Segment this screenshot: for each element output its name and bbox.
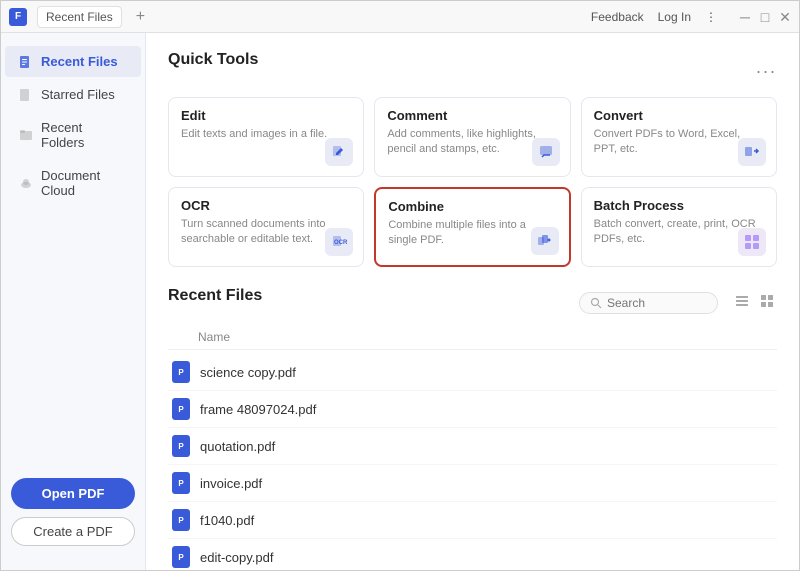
file-item[interactable]: P frame 48097024.pdf [168,391,777,428]
window-controls: ─ □ ✕ [739,11,791,23]
sidebar-item-label: Recent Files [41,54,118,69]
document-cloud-icon [19,176,33,190]
search-box[interactable] [579,292,718,314]
tool-title: Comment [387,108,557,123]
pdf-icon: P [172,398,190,420]
sidebar-item-starred-files[interactable]: Starred Files [5,79,141,110]
open-pdf-button[interactable]: Open PDF [11,478,135,509]
combine-tool-icon [531,227,559,255]
recent-folders-icon [19,128,33,142]
minimize-button[interactable]: ─ [739,11,751,23]
search-icon [590,297,602,309]
file-name: science copy.pdf [200,365,296,380]
sidebar-item-label: Recent Folders [41,120,127,150]
files-toolbar [579,291,777,316]
sidebar-bottom: Open PDF Create a PDF [1,466,145,558]
add-tab-button[interactable]: + [132,8,149,26]
tools-grid: Edit Edit texts and images in a file. Co… [168,97,777,267]
sidebar-item-recent-files[interactable]: Recent Files [5,46,141,77]
file-item[interactable]: P science copy.pdf [168,354,777,391]
tool-title: Convert [594,108,764,123]
files-column-header: Name [168,327,777,350]
quick-tools-more-button[interactable]: ... [756,57,777,78]
recent-files-title: Recent Files [168,287,262,305]
title-bar-right: Feedback Log In ⋮ ─ □ ✕ [591,10,791,24]
tool-title: Batch Process [594,198,764,213]
login-link[interactable]: Log In [658,10,691,24]
sidebar: Recent Files Starred Files Recent Folder… [1,33,146,570]
recent-files-icon [19,55,33,69]
tool-title: Combine [388,199,556,214]
more-options-icon[interactable]: ⋮ [705,10,717,24]
batch-process-tool-icon [738,228,766,256]
starred-files-icon [19,88,33,102]
file-name: quotation.pdf [200,439,275,454]
tool-card-convert[interactable]: Convert Convert PDFs to Word, Excel, PPT… [581,97,777,177]
pdf-icon: P [172,509,190,531]
sidebar-item-label: Starred Files [41,87,115,102]
tool-title: OCR [181,198,351,213]
sidebar-item-label: Document Cloud [41,168,127,198]
tool-card-ocr[interactable]: OCR Turn scanned documents into searchab… [168,187,364,267]
title-bar: F Recent Files + Feedback Log In ⋮ ─ □ ✕ [1,1,799,33]
app-window: F Recent Files + Feedback Log In ⋮ ─ □ ✕ [0,0,800,571]
tool-title: Edit [181,108,351,123]
content-area: Quick Tools ... Edit Edit texts and imag… [146,33,799,570]
tool-card-comment[interactable]: Comment Add comments, like highlights, p… [374,97,570,177]
pdf-icon: P [172,472,190,494]
file-item[interactable]: P invoice.pdf [168,465,777,502]
tab-label: Recent Files [46,10,113,24]
tool-card-combine[interactable]: Combine Combine multiple files into a si… [374,187,570,267]
close-button[interactable]: ✕ [779,11,791,23]
app-icon: F [9,8,27,26]
ocr-tool-icon: OCR [325,228,353,256]
pdf-icon: P [172,361,190,383]
list-view-button[interactable] [732,291,752,316]
grid-view-button[interactable] [757,291,777,316]
tool-card-edit[interactable]: Edit Edit texts and images in a file. [168,97,364,177]
current-tab[interactable]: Recent Files [37,6,122,28]
file-name: f1040.pdf [200,513,254,528]
file-item[interactable]: P quotation.pdf [168,428,777,465]
tool-card-batch-process[interactable]: Batch Process Batch convert, create, pri… [581,187,777,267]
file-item[interactable]: P f1040.pdf [168,502,777,539]
pdf-icon: P [172,435,190,457]
recent-files-header: Recent Files [168,287,777,319]
create-pdf-button[interactable]: Create a PDF [11,517,135,546]
quick-tools-header: Quick Tools ... [168,51,777,83]
search-input[interactable] [607,296,707,310]
sidebar-item-recent-folders[interactable]: Recent Folders [5,112,141,158]
feedback-link[interactable]: Feedback [591,10,644,24]
convert-tool-icon [738,138,766,166]
quick-tools-title: Quick Tools [168,51,258,69]
main-layout: Recent Files Starred Files Recent Folder… [1,33,799,570]
sidebar-item-document-cloud[interactable]: Document Cloud [5,160,141,206]
file-name: invoice.pdf [200,476,262,491]
file-name: edit-copy.pdf [200,550,273,565]
files-list: P science copy.pdf P frame 48097024.pdf … [168,354,777,570]
svg-text:OCR: OCR [334,240,347,246]
maximize-button[interactable]: □ [759,11,771,23]
view-toggle [732,291,777,316]
comment-tool-icon [532,138,560,166]
title-bar-left: F Recent Files + [9,6,149,28]
edit-tool-icon [325,138,353,166]
pdf-icon: P [172,546,190,568]
file-item[interactable]: P edit-copy.pdf [168,539,777,570]
file-name: frame 48097024.pdf [200,402,316,417]
